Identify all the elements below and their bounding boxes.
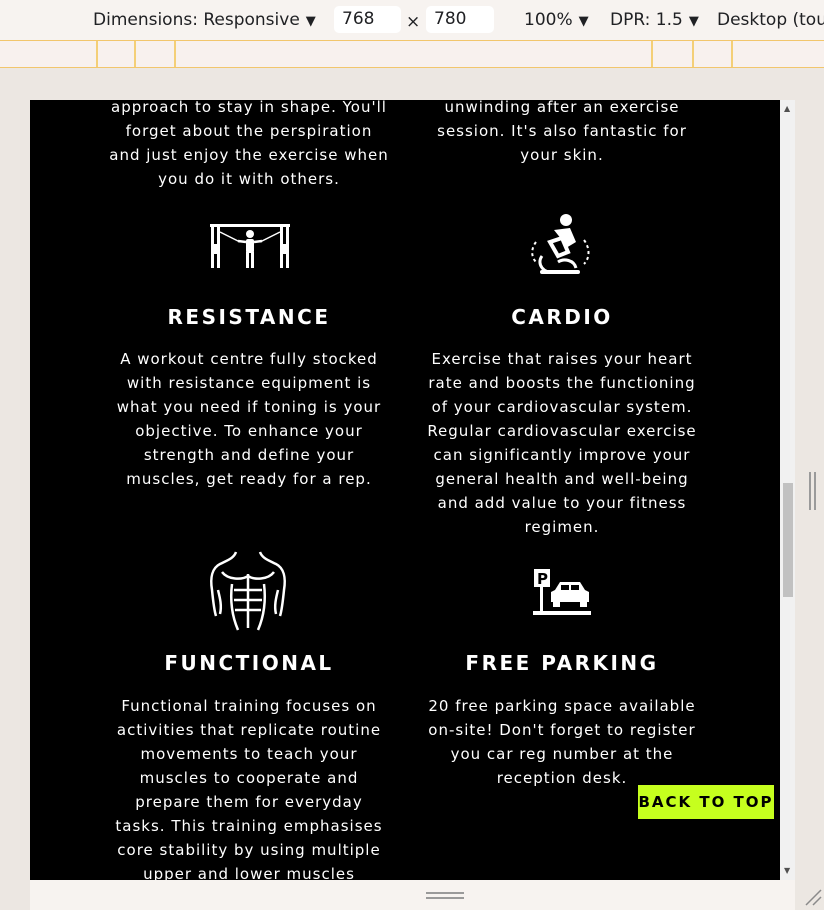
ruler-tick[interactable] [174,41,176,67]
times-sign: × [406,12,421,32]
text-line: Exercise that raises your heart [431,350,693,368]
viewport-left-margin [0,100,30,880]
text-line: movements to teach your [140,745,358,763]
exercise-bike-icon [531,214,590,274]
ruler-tick[interactable] [134,41,136,67]
ruler-tick[interactable] [731,41,733,67]
resistance-feature: RESISTANCE A workout centre fully stocke… [99,305,399,491]
text-line: Regular cardiovascular exercise [427,422,697,440]
scrollbar-thumb[interactable] [783,483,793,597]
text-line: unwinding after an exercise [444,100,680,116]
text-line: forget about the perspiration [125,122,373,140]
resize-handle-bottom[interactable] [426,897,464,899]
viewport-top-margin [0,68,824,100]
text-line: tasks. This training emphasises [115,817,383,835]
resize-handle-bottom[interactable] [426,892,464,894]
social-text-block: approach to stay in shape. You'll forget… [99,100,399,191]
feature-title: FREE PARKING [465,651,659,675]
text-line: you car reg number at the [450,745,674,763]
text-line: core stability by using multiple [117,841,381,859]
zoom-label: 100% [524,10,573,30]
resize-handle-right[interactable] [809,472,811,510]
feature-title: RESISTANCE [167,305,331,329]
back-to-top-button[interactable]: BACK TO TOP [638,785,774,819]
text-line: Functional training focuses on [121,697,377,715]
relax-text-block: unwinding after an exercise session. It'… [412,100,712,167]
text-line: regimen. [524,518,600,536]
text-line: A workout centre fully stocked [120,350,378,368]
width-input[interactable]: 768 [334,6,401,33]
dimensions-label: Dimensions: Responsive [93,10,300,30]
device-mode-dropdown[interactable]: Desktop (touc [717,10,824,30]
resize-corner-icon[interactable] [804,888,822,906]
muscular-torso-icon [210,551,286,631]
text-line: prepare them for everyday [135,793,363,811]
text-line: on-site! Don't forget to register [428,721,696,739]
text-line: what you need if toning is your [116,398,382,416]
devtools-toolbar: Dimensions: Responsive ▼ 768 × 780 100% ▼ … [0,0,824,40]
text-line: rate and boosts the functioning [428,374,696,392]
svg-text:P: P [537,570,548,588]
scroll-up-arrow-icon[interactable]: ▲ [784,104,790,113]
text-line: general health and well-being [435,470,689,488]
dpr-dropdown[interactable]: DPR: 1.5 ▼ [610,10,699,30]
text-line: of your cardiovascular system. [431,398,693,416]
resize-handle-right[interactable] [814,472,816,510]
feature-title: FUNCTIONAL [164,651,334,675]
resize-handle-bottom-area [30,880,795,910]
text-line: strength and define your [143,446,355,464]
dimensions-dropdown[interactable]: Dimensions: Responsive ▼ [93,10,316,30]
height-input[interactable]: 780 [426,6,494,33]
media-query-ruler [0,40,824,68]
text-line: and just enjoy the exercise when [109,146,389,164]
text-line: your skin. [520,146,604,164]
chevron-down-icon: ▼ [578,14,589,29]
ruler-tick[interactable] [96,41,98,67]
chevron-down-icon: ▼ [688,14,699,29]
zoom-dropdown[interactable]: 100% ▼ [524,10,589,30]
ruler-tick[interactable] [692,41,694,67]
text-line: muscles, get ready for a rep. [126,470,372,488]
page-viewport: approach to stay in shape. You'll forget… [30,100,795,880]
text-line: with resistance equipment is [126,374,372,392]
ruler-tick[interactable] [651,41,653,67]
text-line: session. It's also fantastic for [437,122,687,140]
text-line: objective. To enhance your [135,422,363,440]
free-parking-feature: FREE PARKING 20 free parking space avail… [412,651,712,790]
text-line: 20 free parking space available [428,697,696,715]
text-line: can significantly improve your [433,446,691,464]
text-line: and add value to your fitness [437,494,687,512]
text-line: upper and lower muscles [143,865,355,880]
dpr-label: DPR: 1.5 [610,10,683,30]
text-line: approach to stay in shape. You'll [111,100,387,116]
feature-title: CARDIO [511,305,613,329]
text-line: activities that replicate routine [116,721,382,739]
cardio-feature: CARDIO Exercise that raises your heart r… [412,305,712,539]
scroll-down-arrow-icon[interactable]: ▼ [784,866,790,875]
cable-machine-icon [210,224,290,268]
functional-feature: FUNCTIONAL Functional training focuses o… [99,651,399,880]
text-line: you do it with others. [158,170,340,188]
text-line: muscles to cooperate and [139,769,359,787]
parking-car-icon: P [533,569,591,615]
chevron-down-icon: ▼ [305,14,316,29]
